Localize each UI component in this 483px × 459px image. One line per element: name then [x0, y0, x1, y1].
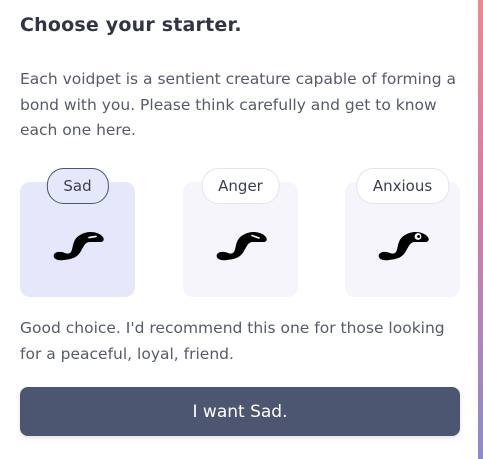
choice-label-anxious: Anxious: [355, 168, 450, 204]
intro-text: Each voidpet is a sentient creature capa…: [20, 70, 457, 139]
starter-dialog: Choose your starter. Each voidpet is a s…: [0, 0, 478, 459]
window-edge-accent: [478, 0, 483, 459]
starter-choices: Sad Anger Anxious: [20, 168, 460, 298]
voidpet-sad-icon: [53, 232, 104, 261]
voidpet-anxious-icon: [378, 232, 429, 261]
dialog-title: Choose your starter.: [20, 14, 242, 36]
voidpet-anger-icon: [216, 232, 267, 261]
choice-card-anxious[interactable]: Anxious: [345, 168, 460, 297]
choice-card-sad[interactable]: Sad: [20, 168, 135, 297]
choice-description: Good choice. I'd recommend this one for …: [20, 319, 445, 363]
confirm-starter-button[interactable]: I want Sad.: [20, 387, 460, 436]
choice-label-sad: Sad: [46, 168, 109, 204]
choice-label-anger: Anger: [201, 168, 280, 204]
choice-card-anger[interactable]: Anger: [183, 168, 298, 297]
